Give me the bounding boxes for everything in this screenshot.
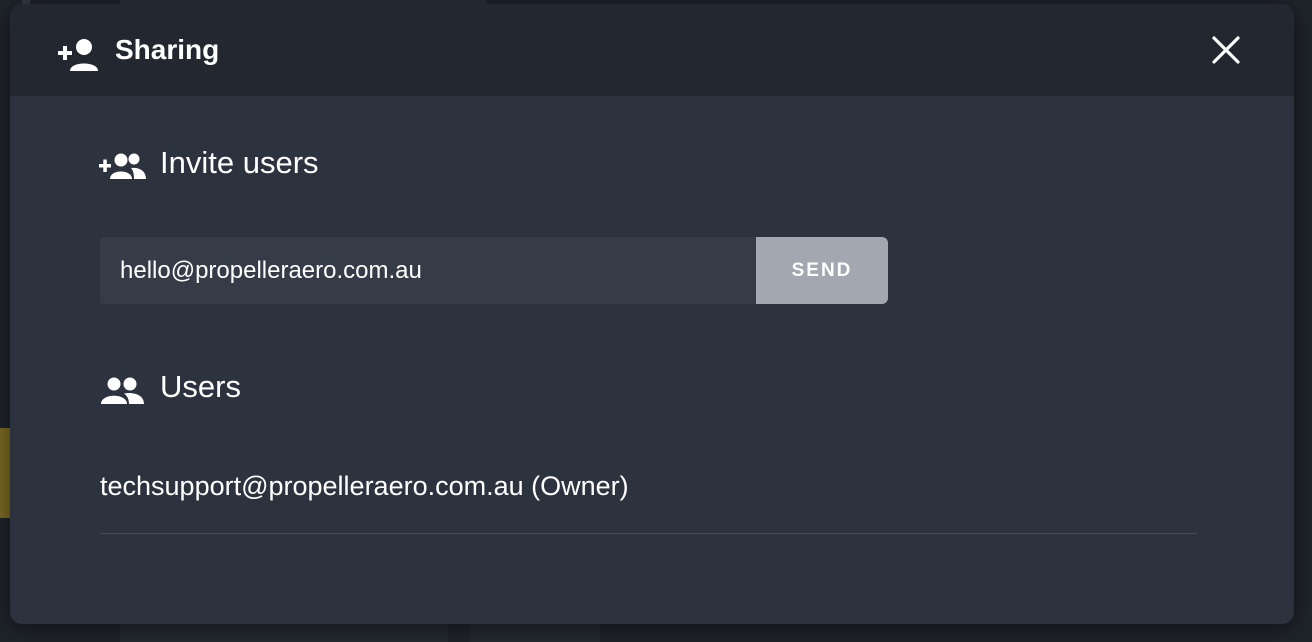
user-email-label: techsupport@propelleraero.com.au (Owner): [100, 471, 629, 501]
sharing-dialog: Sharing Invite users SEND: [10, 4, 1294, 624]
backdrop-element: [470, 624, 600, 642]
invite-form: SEND: [100, 237, 888, 304]
people-icon: [100, 374, 148, 408]
backdrop-element: [120, 624, 448, 642]
send-button[interactable]: SEND: [756, 237, 888, 304]
dialog-header: Sharing: [10, 4, 1294, 96]
dialog-title: Sharing: [115, 34, 220, 65]
close-button[interactable]: [1210, 34, 1242, 66]
group-add-icon: [98, 149, 146, 183]
close-icon: [1210, 36, 1242, 70]
users-heading: Users: [160, 369, 241, 404]
invite-email-input[interactable]: [100, 237, 756, 304]
list-item: techsupport@propelleraero.com.au (Owner): [100, 466, 1197, 534]
invite-users-heading: Invite users: [160, 145, 319, 180]
person-add-icon: [56, 37, 98, 71]
